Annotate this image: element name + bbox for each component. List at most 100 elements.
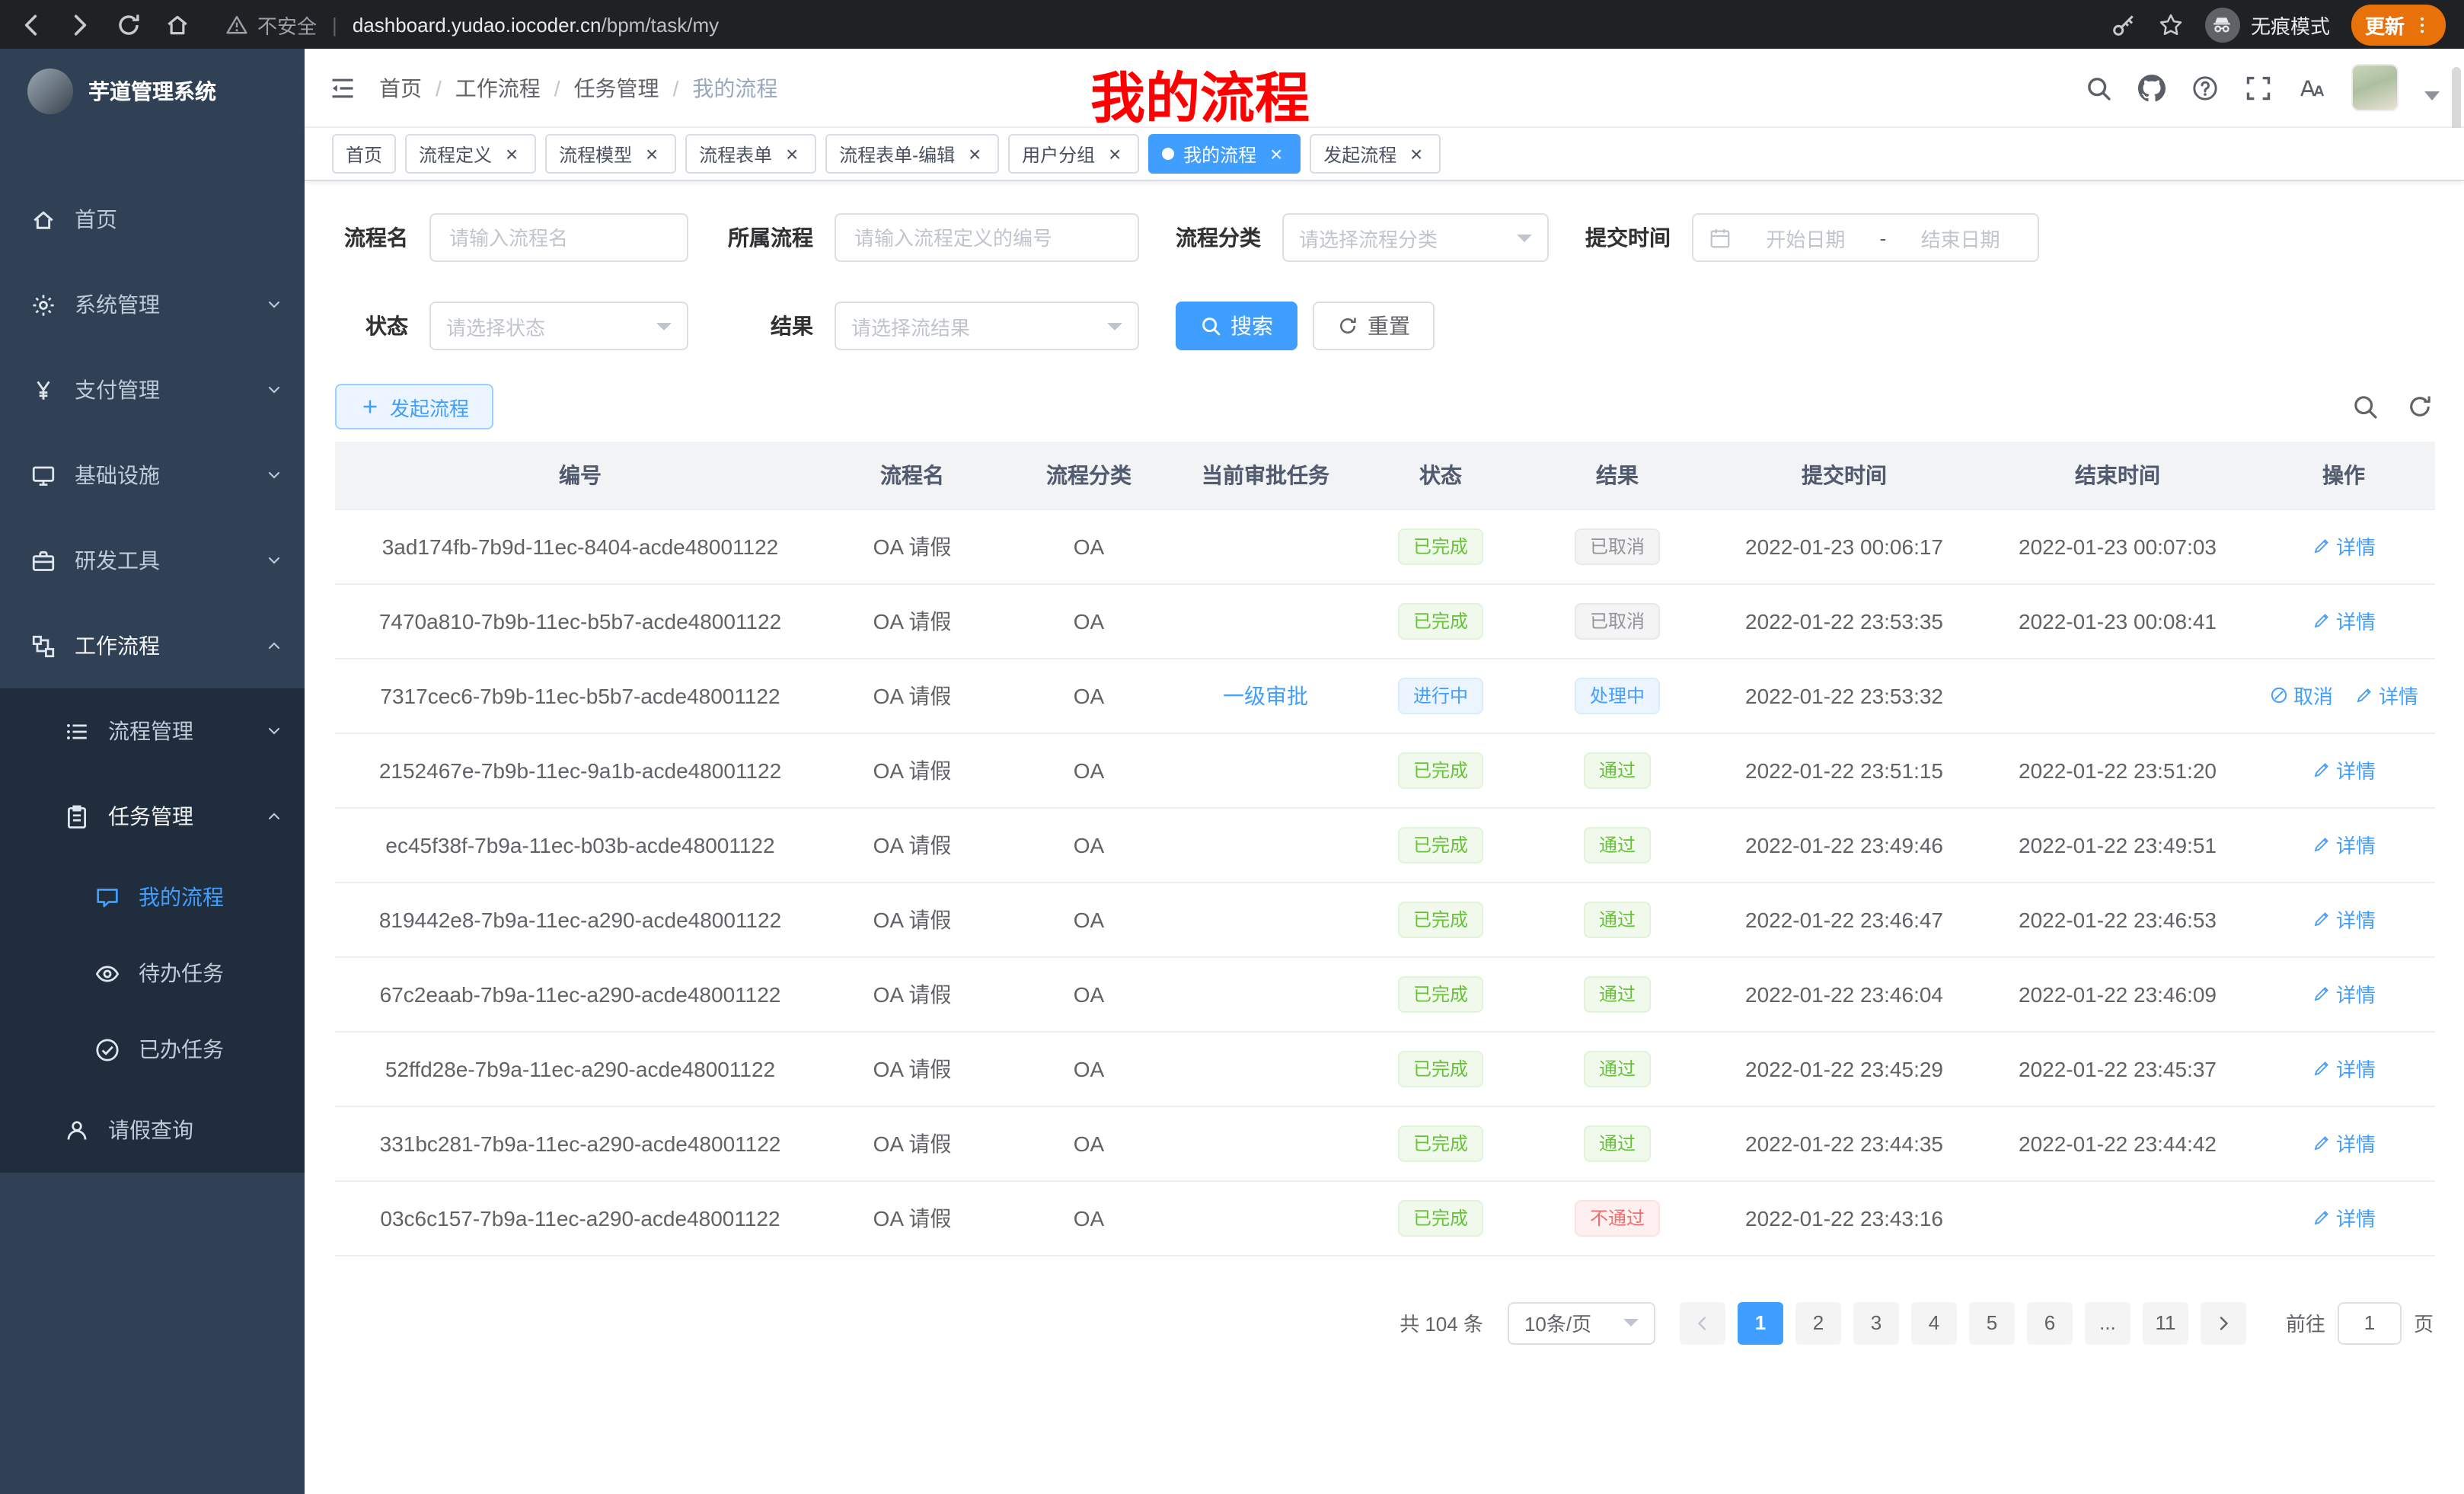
close-icon[interactable]: × (1266, 143, 1287, 164)
github-icon[interactable] (2138, 74, 2166, 101)
sidebar-item-process-mgmt[interactable]: 流程管理 (0, 688, 305, 774)
sidebar-item-leave-query[interactable]: 请假查询 (0, 1087, 305, 1173)
page-button-4[interactable]: 4 (1911, 1301, 1957, 1344)
caret-down-icon[interactable] (2424, 91, 2440, 100)
forward-icon[interactable] (67, 11, 93, 37)
page-size-select[interactable]: 10条/页 (1508, 1301, 1655, 1344)
page-content: 流程名 所属流程 流程分类 请选择流程分类 (305, 181, 2464, 1494)
current-task-link[interactable]: 一级审批 (1223, 683, 1308, 707)
cell-process-name: OA 请假 (825, 1180, 999, 1255)
tab-user-group[interactable]: 用户分组× (1008, 134, 1139, 174)
help-icon[interactable] (2191, 74, 2219, 101)
sidebar-item-label: 待办任务 (139, 958, 224, 988)
create-process-button[interactable]: 发起流程 (335, 384, 493, 429)
goto-page-input[interactable] (2338, 1301, 2402, 1344)
process-definition-input[interactable] (835, 213, 1139, 262)
detail-action[interactable]: 详情 (2312, 606, 2376, 635)
back-icon[interactable] (18, 11, 44, 37)
tab-process-definition[interactable]: 流程定义× (405, 134, 536, 174)
search-button[interactable]: 搜索 (1176, 302, 1297, 350)
close-icon[interactable]: × (641, 143, 662, 164)
detail-action[interactable]: 详情 (2312, 755, 2376, 784)
close-icon[interactable]: × (1406, 143, 1427, 164)
cell-id: 52ffd28e-7b9a-11ec-a290-acde48001122 (335, 1031, 825, 1106)
tab-process-form-edit[interactable]: 流程表单-编辑 × (825, 134, 999, 174)
page-button-6[interactable]: 6 (2027, 1301, 2073, 1344)
detail-action[interactable]: 详情 (2312, 1203, 2376, 1232)
chevron-down-icon (265, 466, 283, 484)
cell-actions: 详情 (2252, 733, 2435, 807)
status-badge: 已完成 (1398, 1125, 1483, 1161)
sidebar-item-my-process[interactable]: 我的流程 (0, 859, 305, 935)
tab-label: 流程模型 (559, 141, 632, 167)
breadcrumb-item[interactable]: 任务管理 (574, 72, 659, 103)
sidebar-item-infrastructure[interactable]: 基础设施 (0, 433, 305, 518)
page-button-11[interactable]: 11 (2143, 1301, 2188, 1344)
cell-current-task (1179, 956, 1352, 1031)
menu-fold-icon[interactable] (329, 74, 356, 101)
detail-action[interactable]: 详情 (2354, 681, 2418, 710)
sidebar-item-home[interactable]: 首页 (0, 177, 305, 262)
cell-id: 3ad174fb-7b9d-11ec-8404-acde48001122 (335, 509, 825, 583)
close-icon[interactable]: × (501, 143, 522, 164)
process-name-input[interactable] (429, 213, 688, 262)
breadcrumb-item[interactable]: 首页 (379, 72, 422, 103)
detail-action[interactable]: 详情 (2312, 830, 2376, 859)
user-avatar[interactable] (2351, 64, 2399, 111)
close-icon[interactable]: × (964, 143, 985, 164)
status-select[interactable]: 请选择状态 (429, 302, 688, 350)
reset-button[interactable]: 重置 (1313, 302, 1435, 350)
category-select[interactable]: 请选择流程分类 (1282, 213, 1549, 262)
next-page-button[interactable] (2201, 1301, 2246, 1344)
status-badge: 通过 (1584, 1125, 1651, 1161)
cell-result: 通过 (1529, 956, 1706, 1031)
tab-process-model[interactable]: 流程模型 × (545, 134, 676, 174)
page-button-2[interactable]: 2 (1795, 1301, 1841, 1344)
sidebar-item-payment-mgmt[interactable]: 支付管理 (0, 347, 305, 433)
result-select[interactable]: 请选择流结果 (835, 302, 1139, 350)
browser-home-icon[interactable] (164, 11, 190, 37)
detail-action[interactable]: 详情 (2312, 1128, 2376, 1157)
page-button-3[interactable]: 3 (1853, 1301, 1899, 1344)
update-label: 更新 (2365, 10, 2405, 39)
sidebar-item-task-mgmt[interactable]: 任务管理 (0, 774, 305, 859)
close-icon[interactable]: × (1104, 143, 1125, 164)
breadcrumb-item[interactable]: 工作流程 (455, 72, 541, 103)
prev-page-button[interactable] (1680, 1301, 1725, 1344)
close-icon[interactable]: × (781, 143, 803, 164)
url-text: dashboard.yudao.iocoder.cn/bpm/task/my (353, 13, 719, 36)
cell-status: 已完成 (1352, 733, 1529, 807)
address-bar[interactable]: 不安全 | dashboard.yudao.iocoder.cn/bpm/tas… (225, 10, 2111, 39)
sidebar-item-done-tasks[interactable]: 已办任务 (0, 1011, 305, 1087)
fullscreen-icon[interactable] (2245, 74, 2272, 101)
page-button-5[interactable]: 5 (1969, 1301, 2015, 1344)
sidebar-item-system-mgmt[interactable]: 系统管理 (0, 262, 305, 347)
sidebar-item-workflow[interactable]: 工作流程 (0, 603, 305, 688)
tab-my-process[interactable]: 我的流程× (1148, 134, 1301, 174)
detail-action[interactable]: 详情 (2312, 905, 2376, 934)
filter-label-process-name: 流程名 (335, 222, 408, 253)
update-button[interactable]: 更新 (2351, 4, 2446, 45)
detail-action[interactable]: 详情 (2312, 979, 2376, 1008)
refresh-table-icon[interactable] (2406, 393, 2434, 420)
cancel-action[interactable]: 取消 (2269, 681, 2333, 710)
reload-icon[interactable] (116, 11, 142, 37)
tab-process-form[interactable]: 流程表单× (685, 134, 816, 174)
tab-label: 流程表单-编辑 (839, 141, 955, 167)
submit-time-range-picker[interactable]: 开始日期 - 结束日期 (1692, 213, 2039, 262)
detail-action[interactable]: 详情 (2312, 1054, 2376, 1083)
cell-category: OA (999, 1031, 1179, 1106)
search-toggle-icon[interactable] (2351, 393, 2379, 420)
tab-start-process[interactable]: 发起流程× (1310, 134, 1441, 174)
sidebar-item-todo-tasks[interactable]: 待办任务 (0, 935, 305, 1011)
tab-home[interactable]: 首页 (332, 134, 396, 174)
detail-action[interactable]: 详情 (2312, 532, 2376, 560)
more-pages-button[interactable]: ... (2085, 1301, 2130, 1344)
key-icon[interactable] (2111, 11, 2137, 37)
bookmark-star-icon[interactable] (2158, 11, 2184, 37)
search-icon[interactable] (2085, 74, 2112, 101)
font-size-icon[interactable] (2298, 74, 2325, 101)
sidebar-item-dev-tools[interactable]: 研发工具 (0, 518, 305, 603)
status-badge: 通过 (1584, 901, 1651, 937)
page-button-1[interactable]: 1 (1738, 1301, 1783, 1344)
